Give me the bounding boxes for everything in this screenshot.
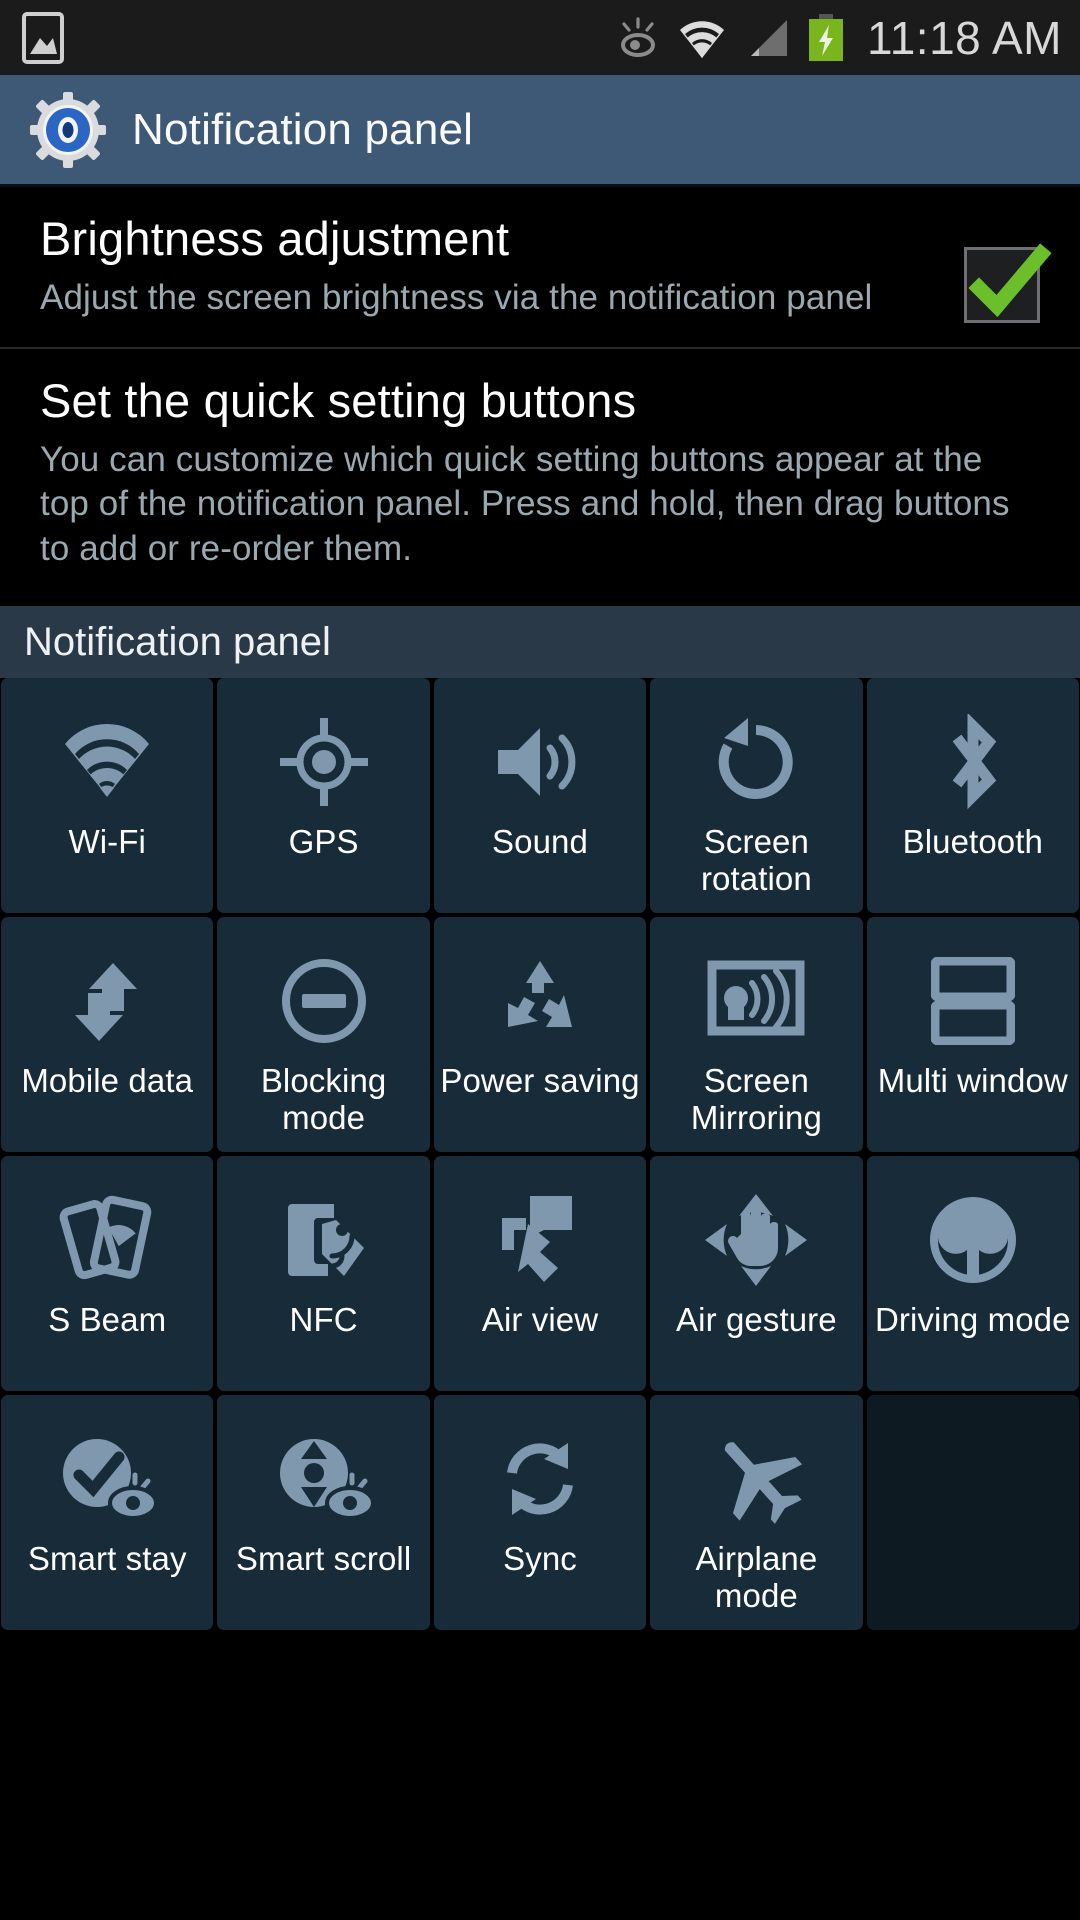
bluetooth-icon — [937, 710, 1009, 814]
tile-label: Sync — [503, 1540, 577, 1578]
multi-window-icon — [930, 949, 1015, 1053]
cellular-signal-icon — [743, 16, 791, 60]
mobile-data-icon — [61, 949, 153, 1053]
section-header-notification-panel: Notification panel — [0, 606, 1080, 679]
tile-sound[interactable]: Sound — [433, 678, 647, 914]
screen-rotation-icon — [710, 710, 802, 814]
tile-gps[interactable]: GPS — [217, 678, 430, 914]
tile-label: Air view — [481, 1301, 599, 1339]
tile-label: Bluetooth — [902, 823, 1043, 861]
air-gesture-icon — [701, 1188, 811, 1292]
tile-label: Wi-Fi — [68, 823, 146, 861]
screen-mirroring-icon — [706, 949, 806, 1053]
status-bar: 11:18 AM — [0, 0, 1080, 75]
airplane-mode-icon — [706, 1427, 806, 1531]
tile-smart-stay[interactable]: Smart stay — [1, 1395, 214, 1631]
brightness-checkbox[interactable] — [964, 243, 1052, 323]
pref-brightness-title: Brightness adjustment — [40, 212, 510, 265]
tile-empty-slot[interactable] — [866, 1395, 1079, 1631]
tile-bluetooth[interactable]: Bluetooth — [866, 678, 1079, 914]
tile-screen-mirroring[interactable]: Screen Mirroring — [650, 917, 863, 1153]
tile-label: Sound — [492, 823, 588, 861]
tile-s-beam[interactable]: S Beam — [1, 1156, 214, 1392]
tile-label: Blocking mode — [260, 1062, 387, 1136]
battery-charging-icon — [807, 13, 845, 62]
blocking-mode-icon — [278, 949, 370, 1053]
page-title: Notification panel — [132, 104, 474, 154]
tile-air-view[interactable]: Air view — [433, 1156, 647, 1392]
tile-mobile-data[interactable]: Mobile data — [1, 917, 214, 1153]
pref-quick-setting-text: Set the quick setting buttons You can cu… — [40, 374, 1050, 572]
smart-scroll-icon — [272, 1427, 376, 1531]
tile-label: Smart stay — [27, 1540, 187, 1578]
smart-stay-eye-icon — [615, 16, 661, 60]
tile-power-saving[interactable]: Power saving — [433, 917, 647, 1153]
pref-brightness-adjustment[interactable]: Brightness adjustment Adjust the screen … — [0, 187, 1080, 349]
tile-screen-rotation[interactable]: Screen rotation — [650, 678, 863, 914]
nfc-icon — [278, 1188, 370, 1292]
sound-icon — [492, 710, 588, 814]
action-bar: Notification panel — [0, 75, 1080, 187]
sync-icon — [494, 1427, 586, 1531]
pref-quick-setting-summary: You can customize which quick setting bu… — [40, 439, 1010, 569]
pref-brightness-text: Brightness adjustment Adjust the screen … — [40, 212, 964, 320]
pref-brightness-summary: Adjust the screen brightness via the not… — [40, 277, 873, 317]
tile-multi-window[interactable]: Multi window — [866, 917, 1079, 1153]
tile-label: Multi window — [877, 1062, 1068, 1100]
tile-smart-scroll[interactable]: Smart scroll — [217, 1395, 430, 1631]
tile-blocking-mode[interactable]: Blocking mode — [217, 917, 430, 1153]
tile-label: NFC — [289, 1301, 358, 1339]
quick-settings-grid: Wi-Fi GPS Sound Screen rotation Bluetoot… — [0, 678, 1080, 1631]
tile-label: Screen Mirroring — [690, 1062, 822, 1136]
brightness-checkbox-wrap[interactable] — [964, 213, 1052, 323]
pref-set-quick-setting-buttons: Set the quick setting buttons You can cu… — [0, 349, 1080, 607]
tile-sync[interactable]: Sync — [433, 1395, 647, 1631]
smart-stay-icon — [55, 1427, 159, 1531]
tile-label: S Beam — [48, 1301, 167, 1339]
tile-driving-mode[interactable]: Driving mode — [866, 1156, 1079, 1392]
tile-label: Driving mode — [874, 1301, 1071, 1339]
power-saving-icon — [494, 949, 586, 1053]
tile-label: Smart scroll — [235, 1540, 412, 1578]
tile-label: Airplane mode — [695, 1540, 818, 1614]
phone-screen: 11:18 AM Notification panel Brightness a… — [0, 0, 1080, 1920]
status-bar-system-icons: 11:18 AM — [615, 11, 1062, 65]
section-header-label: Notification panel — [24, 619, 331, 664]
tile-wifi[interactable]: Wi-Fi — [1, 678, 214, 914]
status-bar-notifications — [22, 11, 64, 64]
wifi-signal-icon — [677, 16, 727, 60]
air-view-icon — [492, 1188, 588, 1292]
gps-icon — [278, 710, 370, 814]
tile-label: Screen rotation — [700, 823, 812, 897]
settings-gear-icon — [30, 91, 106, 168]
tile-label: Power saving — [440, 1062, 640, 1100]
status-bar-clock: 11:18 AM — [867, 11, 1062, 64]
tile-nfc[interactable]: NFC — [217, 1156, 430, 1392]
tile-label: Mobile data — [21, 1062, 194, 1100]
pref-quick-setting-title: Set the quick setting buttons — [40, 374, 637, 427]
wifi-icon — [59, 710, 155, 814]
tile-air-gesture[interactable]: Air gesture — [650, 1156, 863, 1392]
driving-mode-icon — [927, 1188, 1019, 1292]
tile-label: Air gesture — [676, 1301, 837, 1339]
image-icon — [22, 11, 64, 64]
tile-airplane-mode[interactable]: Airplane mode — [650, 1395, 863, 1631]
s-beam-icon — [59, 1188, 155, 1292]
tile-label: GPS — [288, 823, 359, 861]
